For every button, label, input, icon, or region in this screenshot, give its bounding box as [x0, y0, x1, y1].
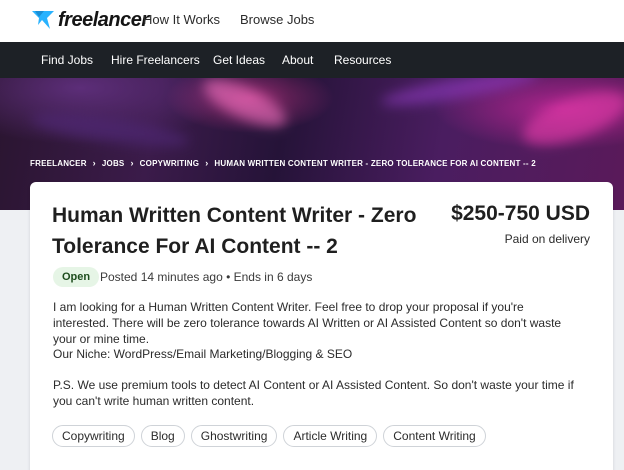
- skill-tags: Copywriting Blog Ghostwriting Article Wr…: [52, 425, 486, 447]
- logo-text: freelancer: [58, 8, 149, 31]
- freelancer-logo[interactable]: freelancer: [30, 8, 149, 32]
- payment-terms: Paid on delivery: [504, 232, 590, 246]
- tag-content-writing[interactable]: Content Writing: [383, 425, 486, 447]
- browse-jobs-link[interactable]: Browse Jobs: [240, 12, 314, 27]
- nav-about[interactable]: About: [282, 53, 313, 67]
- breadcrumb-jobs[interactable]: JOBS: [102, 159, 125, 168]
- chevron-right-icon: ›: [130, 158, 134, 168]
- bird-logo-icon: [32, 11, 54, 29]
- nav-find-jobs[interactable]: Find Jobs: [41, 53, 93, 67]
- nav-hire-freelancers[interactable]: Hire Freelancers: [111, 53, 200, 67]
- project-title: Human Written Content Writer - Zero Tole…: [52, 204, 417, 258]
- description-paragraph-3: P.S. We use premium tools to detect AI C…: [53, 378, 574, 408]
- project-meta: Posted 14 minutes ago • Ends in 6 days: [100, 270, 313, 284]
- breadcrumb-freelancer[interactable]: FREELANCER: [30, 159, 87, 168]
- project-card: Human Written Content Writer - Zero Tole…: [30, 182, 613, 470]
- nav-get-ideas[interactable]: Get Ideas: [213, 53, 265, 67]
- top-header: freelancer How It Works Browse Jobs: [0, 0, 624, 42]
- how-it-works-link[interactable]: How It Works: [143, 12, 220, 27]
- tag-copywriting[interactable]: Copywriting: [52, 425, 135, 447]
- tag-article-writing[interactable]: Article Writing: [283, 425, 378, 447]
- status-badge: Open: [53, 267, 100, 287]
- main-nav: Find Jobs Hire Freelancers Get Ideas Abo…: [0, 42, 624, 78]
- breadcrumb-copywriting[interactable]: COPYWRITING: [140, 159, 200, 168]
- chevron-right-icon: ›: [92, 158, 96, 168]
- tag-blog[interactable]: Blog: [140, 425, 185, 447]
- description-paragraph-1: I am looking for a Human Written Content…: [53, 300, 562, 346]
- chevron-right-icon: ›: [205, 158, 209, 168]
- nav-resources[interactable]: Resources: [334, 53, 391, 67]
- description-paragraph-2: Our Niche: WordPress/Email Marketing/Blo…: [53, 347, 353, 361]
- breadcrumb: FREELANCER › JOBS › COPYWRITING › HUMAN …: [30, 158, 536, 168]
- project-budget: $250-750 USD: [451, 202, 590, 225]
- breadcrumb-current: HUMAN WRITTEN CONTENT WRITER - ZERO TOLE…: [214, 158, 536, 168]
- tag-ghostwriting[interactable]: Ghostwriting: [190, 425, 278, 447]
